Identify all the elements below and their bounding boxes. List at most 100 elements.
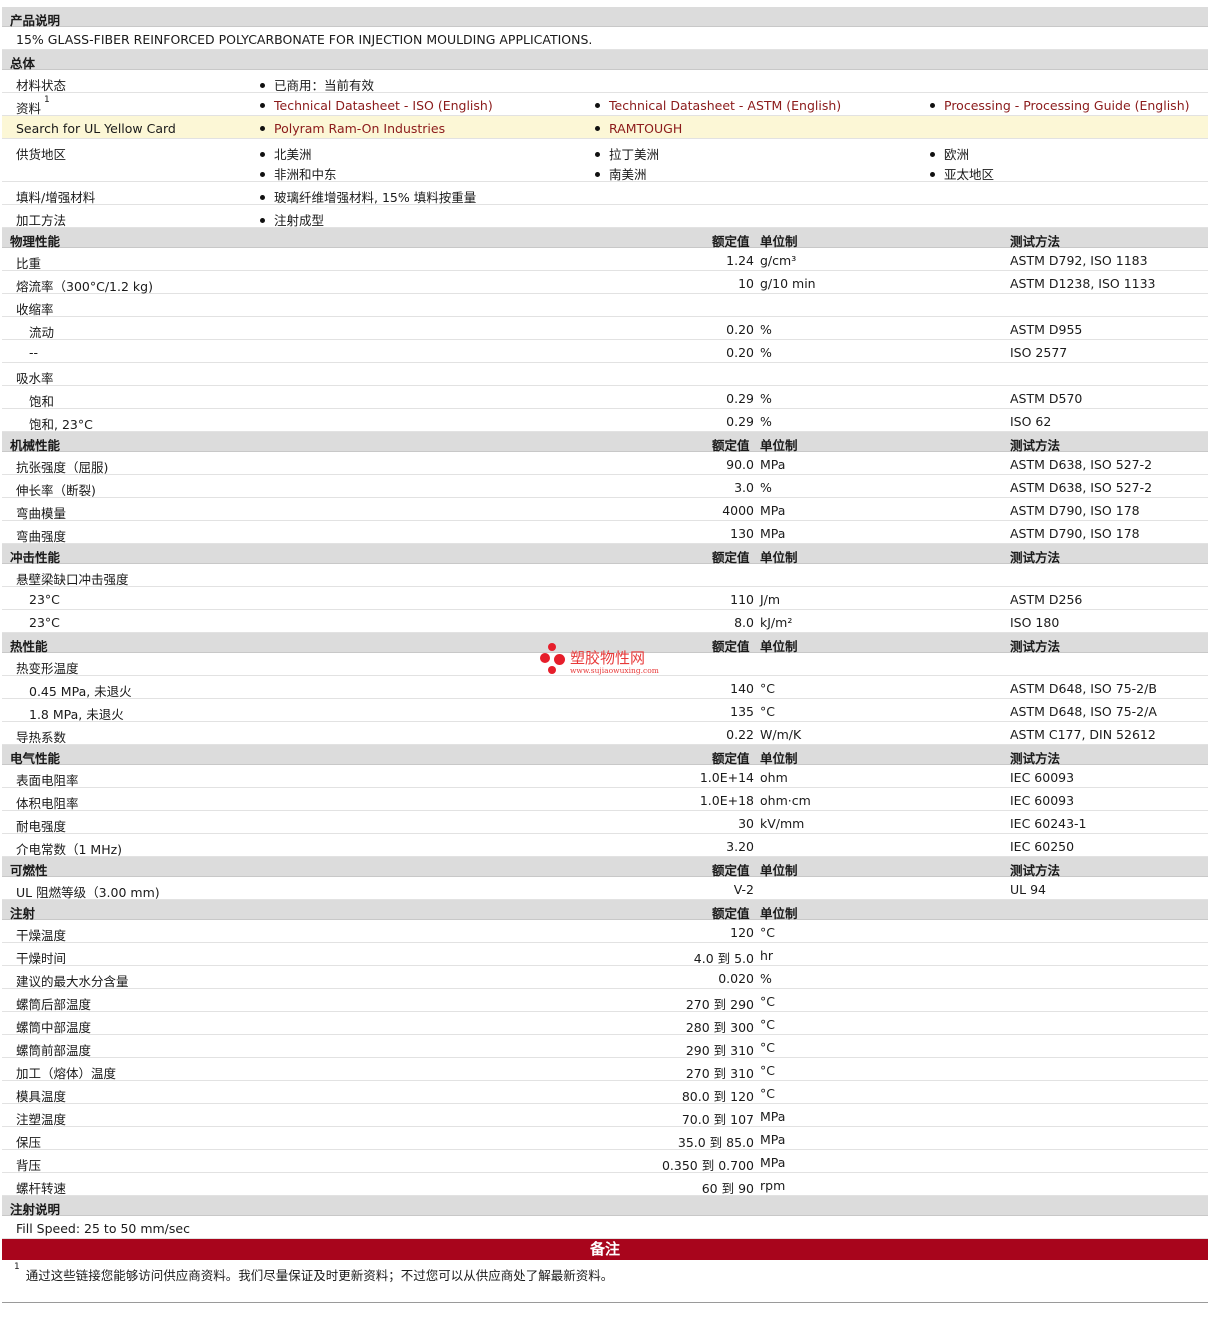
bullet-icon (595, 152, 600, 157)
property-label: 饱和, 23°C (29, 417, 93, 432)
property-unit: ohm (760, 770, 788, 785)
property-value: 135 (730, 704, 754, 719)
bullet-icon (595, 126, 600, 131)
remarks-header: 备注 (2, 1239, 1208, 1260)
section-header-impact: 冲击性能 额定值 单位制 测试方法 (2, 544, 1208, 565)
ul-link-polyram[interactable]: Polyram Ram-On Industries (260, 121, 445, 136)
property-unit: g/10 min (760, 276, 816, 291)
property-unit: % (760, 345, 772, 360)
bullet-icon (260, 195, 265, 200)
property-label: 导热系数 (16, 730, 67, 745)
property-label: 螺杆转速 (16, 1181, 67, 1196)
section-header-electrical: 电气性能 额定值 单位制 测试方法 (2, 745, 1208, 766)
property-label: 保压 (16, 1135, 42, 1150)
property-row: 抗张强度（屈服) 90.0 MPa ASTM D638, ISO 527-2 (2, 452, 1208, 475)
property-unit: °C (760, 1063, 775, 1078)
property-value: 0.350 到 0.700 (661, 1158, 754, 1173)
property-row: 流动 0.20% ASTM D955 (2, 317, 1208, 340)
section-header-injection-notes: 注射说明 (2, 1196, 1208, 1217)
property-method: IEC 60243-1 (1010, 816, 1087, 831)
section-header-general: 总体 (2, 50, 1208, 71)
property-row: 螺筒前部温度 290 到 310 °C (2, 1035, 1208, 1058)
property-group-label: 收缩率 (16, 302, 54, 317)
resource-link-astm[interactable]: Technical Datasheet - ASTM (English) (595, 98, 841, 113)
section-header-mechanical: 机械性能 额定值 单位制 测试方法 (2, 432, 1208, 453)
property-label: 1.8 MPa, 未退火 (29, 707, 124, 722)
ul-link-ramtough[interactable]: RAMTOUGH (595, 121, 682, 136)
resources-row: 资料1 Technical Datasheet - ISO (English) … (2, 93, 1208, 116)
property-unit: °C (760, 681, 775, 696)
status-row: 材料状态 已商用：当前有效 (2, 70, 1208, 93)
property-value: 60 到 90 (701, 1181, 754, 1196)
property-unit: MPa (760, 1132, 786, 1147)
property-value: 8.0 (734, 615, 754, 630)
logo-dot-icon (554, 654, 565, 665)
property-label: 介电常数（1 MHz) (16, 842, 123, 857)
region-item: 非洲和中东 (260, 164, 337, 183)
filler-label: 填料/增强材料 (16, 190, 96, 205)
property-unit: °C (760, 1040, 775, 1055)
property-unit: J/m (760, 592, 781, 607)
property-unit: % (760, 391, 772, 406)
property-value: 0.29 (726, 391, 754, 406)
property-value: 1.0E+14 (699, 770, 754, 785)
property-row: 23°C 110 J/m ASTM D256 (2, 587, 1208, 610)
property-value: 4.0 到 5.0 (693, 951, 754, 966)
property-row: 体积电阻率 1.0E+18 ohm·cm IEC 60093 (2, 788, 1208, 811)
bullet-icon (260, 218, 265, 223)
property-value: 120 (730, 925, 754, 940)
property-method: IEC 60093 (1010, 793, 1075, 808)
property-method: ASTM D638, ISO 527-2 (1010, 457, 1153, 472)
property-row: 1.8 MPa, 未退火 135 °C ASTM D648, ISO 75-2/A (2, 699, 1208, 722)
status-value: 已商用：当前有效 (260, 75, 374, 94)
property-method: ASTM D570 (1010, 391, 1083, 406)
property-label: 表面电阻率 (16, 773, 79, 788)
regions-label: 供货地区 (16, 147, 67, 162)
property-unit: °C (760, 1017, 775, 1032)
property-group-row: 悬壁梁缺口冲击强度 (2, 564, 1208, 587)
region-item: 欧洲 (930, 144, 969, 163)
property-unit: % (760, 971, 772, 986)
property-method: ASTM D648, ISO 75-2/B (1010, 681, 1157, 696)
property-label: 螺筒后部温度 (16, 997, 92, 1012)
property-value: 0.20 (726, 322, 754, 337)
property-label: 0.45 MPa, 未退火 (29, 684, 132, 699)
resource-link-processing[interactable]: Processing - Processing Guide (English) (930, 98, 1190, 113)
property-label: 背压 (16, 1158, 42, 1173)
injection-notes-row: Fill Speed: 25 to 50 mm/sec (2, 1216, 1208, 1239)
resource-link-iso[interactable]: Technical Datasheet - ISO (English) (260, 98, 493, 113)
bullet-icon (930, 103, 935, 108)
property-group-label: 吸水率 (16, 371, 54, 386)
property-value: 3.20 (726, 839, 754, 854)
property-row: 螺筒后部温度 270 到 290 °C (2, 989, 1208, 1012)
property-value: 80.0 到 120 (681, 1089, 754, 1104)
logo-dot-icon (548, 643, 556, 651)
property-unit: % (760, 322, 772, 337)
property-label: -- (29, 345, 39, 360)
property-value: 280 到 300 (685, 1020, 754, 1035)
property-row: 表面电阻率 1.0E+14 ohm IEC 60093 (2, 765, 1208, 788)
filler-row: 填料/增强材料 玻璃纤维增强材料, 15% 填料按重量 (2, 182, 1208, 205)
property-unit: g/cm³ (760, 253, 797, 268)
property-label: 弯曲强度 (16, 529, 67, 544)
property-label: 模具温度 (16, 1089, 67, 1104)
property-row: UL 阻燃等级（3.00 mm) V-2 UL 94 (2, 877, 1208, 900)
property-value: 30 (738, 816, 754, 831)
section-header-flammability: 可燃性 额定值 单位制 测试方法 (2, 857, 1208, 878)
property-label: 比重 (16, 256, 42, 271)
property-row: 23°C 8.0 kJ/m² ISO 180 (2, 610, 1208, 633)
remarks-text: 1通过这些链接您能够访问供应商资料。我们尽量保证及时更新资料；不过您可以从供应商… (14, 1262, 614, 1283)
property-label: 体积电阻率 (16, 796, 79, 811)
property-unit: kV/mm (760, 816, 805, 831)
property-row: 建议的最大水分含量 0.020% (2, 966, 1208, 989)
property-value: 140 (730, 681, 754, 696)
property-method: ISO 62 (1010, 414, 1052, 429)
property-row: 介电常数（1 MHz) 3.20 IEC 60250 (2, 834, 1208, 857)
property-row: 饱和 0.29% ASTM D570 (2, 386, 1208, 409)
property-value: 270 到 290 (685, 997, 754, 1012)
property-unit: ohm·cm (760, 793, 811, 808)
property-unit: MPa (760, 1155, 786, 1170)
section-header-physical: 物理性能 额定值 单位制 测试方法 (2, 228, 1208, 249)
property-value: 290 到 310 (685, 1043, 754, 1058)
property-unit: °C (760, 1086, 775, 1101)
